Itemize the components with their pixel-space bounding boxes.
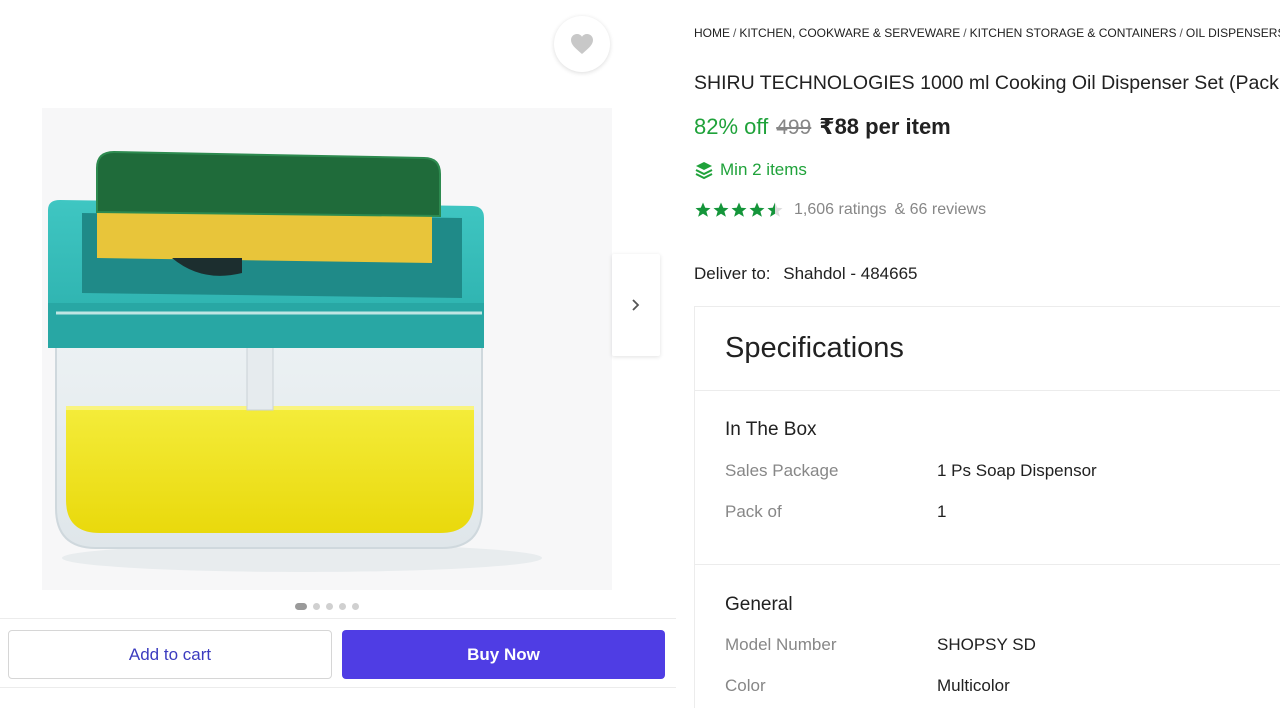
discount-percent: 82% off <box>694 114 769 139</box>
breadcrumb-item-kitchen[interactable]: KITCHEN, COOKWARE & SERVEWARE <box>739 26 960 40</box>
star-icon <box>749 202 765 217</box>
gallery-dot[interactable] <box>313 603 320 610</box>
stack-icon <box>695 162 713 180</box>
next-image-button[interactable] <box>612 254 660 356</box>
rating-row[interactable]: 1,606 ratings & 66 reviews <box>694 201 986 219</box>
star-icon <box>731 202 747 217</box>
product-details-column: HOME / KITCHEN, COOKWARE & SERVEWARE / KITCH… <box>694 0 1280 708</box>
product-image[interactable] <box>42 108 612 590</box>
star-icon <box>695 202 711 217</box>
spec-key: Sales Package <box>725 461 839 480</box>
price-row: 82% off 499 ₹88 per item <box>694 114 951 140</box>
heart-icon <box>571 34 593 54</box>
soap-dispenser-illustration <box>48 150 542 572</box>
gallery-dot[interactable] <box>339 603 346 610</box>
breadcrumb: HOME / KITCHEN, COOKWARE & SERVEWARE / KITCH… <box>694 26 1280 40</box>
deliver-label: Deliver to: <box>694 264 771 283</box>
spec-key: Color <box>725 676 766 695</box>
ratings-count: 1,606 ratings <box>794 201 887 218</box>
original-price: 499 <box>776 116 812 139</box>
buy-now-button[interactable]: Buy Now <box>342 630 665 679</box>
spec-group-general: General Model Number SHOPSY SD Color Mul… <box>695 565 1280 705</box>
chevron-right-icon <box>632 299 640 311</box>
spec-group-title: General <box>725 594 793 615</box>
spec-key: Model Number <box>725 635 837 654</box>
wishlist-button[interactable] <box>554 16 610 72</box>
deliver-location-value: Shahdol - 484665 <box>783 264 918 283</box>
spec-group-title: In The Box <box>725 419 817 440</box>
min-items-text: Min 2 items <box>720 160 807 179</box>
breadcrumb-item-oil-dispensers[interactable]: OIL DISPENSERS <box>1186 26 1280 40</box>
delivery-location[interactable]: Deliver to: Shahdol - 484665 <box>694 264 918 284</box>
spec-value: 1 Ps Soap Dispensor <box>937 461 1097 480</box>
spec-group-in-the-box: In The Box Sales Package 1 Ps Soap Dispe… <box>695 391 1280 565</box>
spec-value: Multicolor <box>937 676 1010 695</box>
gallery-dot[interactable] <box>326 603 333 610</box>
breadcrumb-item-storage[interactable]: KITCHEN STORAGE & CONTAINERS <box>970 26 1177 40</box>
spec-key: Pack of <box>725 502 782 521</box>
selling-price: ₹88 per item <box>819 114 951 139</box>
reviews-count: & 66 reviews <box>894 201 987 218</box>
product-gallery-column: Add to cart Buy Now <box>0 0 676 708</box>
breadcrumb-item-home[interactable]: HOME <box>694 26 730 40</box>
rating-stars <box>694 201 784 219</box>
product-title: SHIRU TECHNOLOGIES 1000 ml Cooking Oil D… <box>694 72 1279 94</box>
gallery-dot[interactable] <box>352 603 359 610</box>
spec-value: SHOPSY SD <box>937 635 1036 654</box>
specifications-heading: Specifications <box>695 307 1280 391</box>
gallery-dot[interactable] <box>295 603 307 610</box>
specifications-card: Specifications In The Box Sales Package … <box>694 306 1280 708</box>
spec-value: 1 <box>937 502 947 521</box>
star-icon <box>713 202 729 217</box>
gallery-pagination <box>295 603 359 610</box>
star-half-icon <box>767 202 783 217</box>
action-bar: Add to cart Buy Now <box>0 618 676 688</box>
add-to-cart-button[interactable]: Add to cart <box>8 630 332 679</box>
min-items-badge: Min 2 items <box>694 160 807 180</box>
